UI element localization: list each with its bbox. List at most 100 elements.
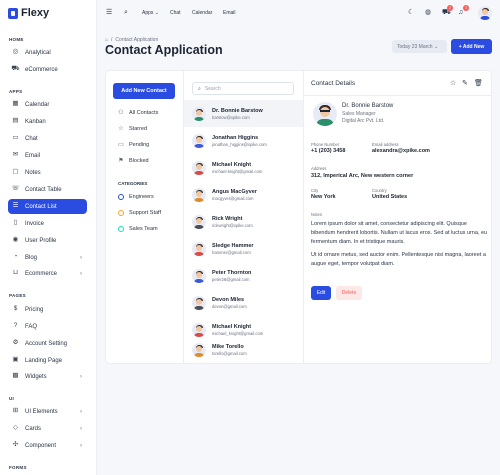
section-pages: PAGES	[9, 293, 26, 298]
star-icon: ☆	[118, 126, 124, 132]
category-label: Engineers	[129, 194, 154, 200]
section-apps: APPS	[9, 89, 23, 94]
sidebar-item-label: Kanban	[25, 118, 46, 125]
apps-menu[interactable]: Apps ⌄	[142, 10, 159, 16]
filter-pending[interactable]: ▭ Pending	[118, 141, 149, 149]
edit-button[interactable]: Edit	[311, 286, 331, 300]
avatar[interactable]	[478, 6, 492, 20]
sidebar-item-widgets[interactable]: ▩ Widgets ›	[8, 369, 87, 384]
search-input[interactable]: ⌕ Search	[192, 82, 294, 95]
sidebar-item-component[interactable]: ✣ Component ›	[8, 438, 87, 453]
contact-name: Sledge Hammer	[212, 242, 254, 249]
sidebar-item-invoice[interactable]: ▯ Invoice	[8, 216, 87, 231]
add-new-button[interactable]: + Add New	[451, 39, 492, 54]
category-dot	[118, 194, 124, 200]
sidebar-item-pricing[interactable]: $ Pricing	[8, 302, 87, 317]
trash-icon[interactable]: 🗑	[474, 80, 483, 87]
sidebar-item-label: User Profile	[25, 237, 57, 244]
notes-paragraph: Ut id ornare metus, sed auctor enim. Pel…	[311, 252, 486, 267]
contact-name: Michael Knight	[212, 161, 252, 168]
moon-icon[interactable]: ☾	[408, 9, 414, 16]
add-new-contact-button[interactable]: Add New Contact	[113, 83, 175, 99]
sidebar-item-label: Invoice	[25, 220, 45, 227]
phone-label: Phone Number	[311, 142, 340, 147]
message-icon: ▭	[12, 134, 19, 142]
aperture-icon: ◎	[12, 48, 19, 56]
calendar-icon: ▦	[12, 100, 19, 108]
contact-row[interactable]: Dr. Bonnie Barstow barstow@xpike.com	[184, 100, 303, 127]
search-icon[interactable]: ⌕	[124, 9, 128, 16]
filter-starred[interactable]: ☆ Starred	[118, 125, 148, 133]
layout-icon: ▤	[12, 117, 19, 125]
sidebar-item-contact-table[interactable]: ☏ Contact Table	[8, 182, 87, 197]
contact-row[interactable]: Mike Torello torello@gmail.com	[184, 336, 303, 363]
sidebar-item-ecommerce-shop[interactable]: ⊔ Ecommerce ›	[8, 266, 87, 281]
contact-row[interactable]: Michael Knight michael-knight@gmail.com	[184, 154, 303, 181]
sidebar-item-cards[interactable]: ◇ Cards ›	[8, 421, 87, 436]
logo-icon	[8, 7, 18, 19]
contact-avatar	[313, 102, 337, 126]
category-engineers[interactable]: Engineers	[118, 194, 154, 200]
filter-label: Starred	[129, 125, 148, 132]
settings-icon: ⚙	[12, 339, 19, 347]
sidebar-item-contact-list[interactable]: ☰ Contact List	[8, 199, 87, 214]
avatar	[192, 295, 206, 310]
avatar	[192, 342, 206, 357]
flag-uk-icon[interactable]: ◍	[425, 9, 431, 16]
currency-icon: $	[13, 305, 18, 313]
filter-all-contacts[interactable]: ⚇ All Contacts	[118, 109, 158, 117]
sidebar-item-label: Pricing	[25, 306, 44, 313]
category-dot	[118, 226, 124, 232]
sidebar-item-account-setting[interactable]: ⚙ Account Setting	[8, 336, 87, 351]
category-sales-team[interactable]: Sales Team	[118, 226, 158, 232]
country-label: Country	[372, 188, 387, 193]
star-icon[interactable]: ☆	[450, 80, 456, 87]
sidebar-item-label: UI Elements	[25, 408, 58, 415]
contact-row[interactable]: Jonathan Higgins jonathan_higgins@xpike.c…	[184, 127, 303, 154]
avatar	[192, 133, 206, 148]
date-button[interactable]: Today 23 March ⌄	[392, 40, 447, 53]
filter-blocked[interactable]: ⚑ Blocked	[118, 157, 148, 165]
sidebar-item-kanban[interactable]: ▤ Kanban	[8, 114, 87, 129]
components-icon: ✣	[12, 441, 19, 449]
contact-row[interactable]: Sledge Hammer hammer@gmail.com	[184, 235, 303, 262]
sidebar-item-calendar[interactable]: ▦ Calendar	[8, 97, 87, 112]
avatar	[192, 241, 206, 256]
topbar-link-email[interactable]: Email	[223, 10, 236, 16]
contact-name: Peter Thornton	[212, 269, 252, 276]
delete-button[interactable]: Delete	[336, 286, 362, 300]
sidebar-item-ui-elements[interactable]: ⊞ UI Elements ›	[8, 404, 87, 419]
menu-icon[interactable]: ☰	[106, 9, 112, 16]
category-support-staff[interactable]: Support Staff	[118, 210, 161, 216]
email-label: Email address	[372, 142, 399, 147]
sidebar-item-ecommerce[interactable]: ⛟ eCommerce	[8, 62, 87, 77]
topbar-link-chat[interactable]: Chat	[170, 10, 181, 16]
edit-icon[interactable]: ✎	[462, 80, 468, 87]
notes-paragraph: Lorem ipsum dolor sit amet, consectetur …	[311, 221, 488, 245]
contact-row[interactable]: Rick Wright rickwright@xpike.com	[184, 208, 303, 235]
sidebar-item-landing-page[interactable]: ▣ Landing Page	[8, 353, 87, 368]
contact-row[interactable]: Devon Miles devon@gmail.com	[184, 289, 303, 316]
sidebar-item-notes[interactable]: ▢ Notes	[8, 165, 87, 180]
contact-name: Michael Knight	[212, 323, 252, 330]
chevron-right-icon: ›	[80, 408, 82, 415]
app-name: Flexy	[21, 7, 50, 19]
contact-row[interactable]: Peter Thornton peter28@gmail.com	[184, 262, 303, 289]
sidebar-item-faq[interactable]: ? FAQ	[8, 319, 87, 334]
contact-email: rickwright@xpike.com	[212, 222, 253, 228]
section-forms: FORMS	[9, 465, 27, 470]
contact-row[interactable]: Angus MacGyver macgyver@gmail.com	[184, 181, 303, 208]
bell-icon[interactable]: ♫	[458, 9, 463, 16]
sidebar-item-analytical[interactable]: ◎ Analytical	[8, 45, 87, 60]
app-window-icon: ▣	[12, 356, 19, 364]
logo[interactable]: Flexy	[8, 7, 49, 19]
sidebar-item-user-profile[interactable]: ◉ User Profile	[8, 233, 87, 248]
sidebar-item-label: Calendar	[25, 101, 50, 108]
sidebar-item-blog[interactable]: ◔ Blog ›	[8, 250, 87, 265]
search-icon: ⌕	[198, 85, 201, 92]
notification-badge: 3	[463, 5, 469, 11]
topbar-link-calendar[interactable]: Calendar	[192, 10, 212, 16]
address-label: Address	[311, 166, 327, 171]
sidebar-item-chat[interactable]: ▭ Chat	[8, 131, 87, 146]
sidebar-item-email[interactable]: ✉ Email	[8, 148, 87, 163]
